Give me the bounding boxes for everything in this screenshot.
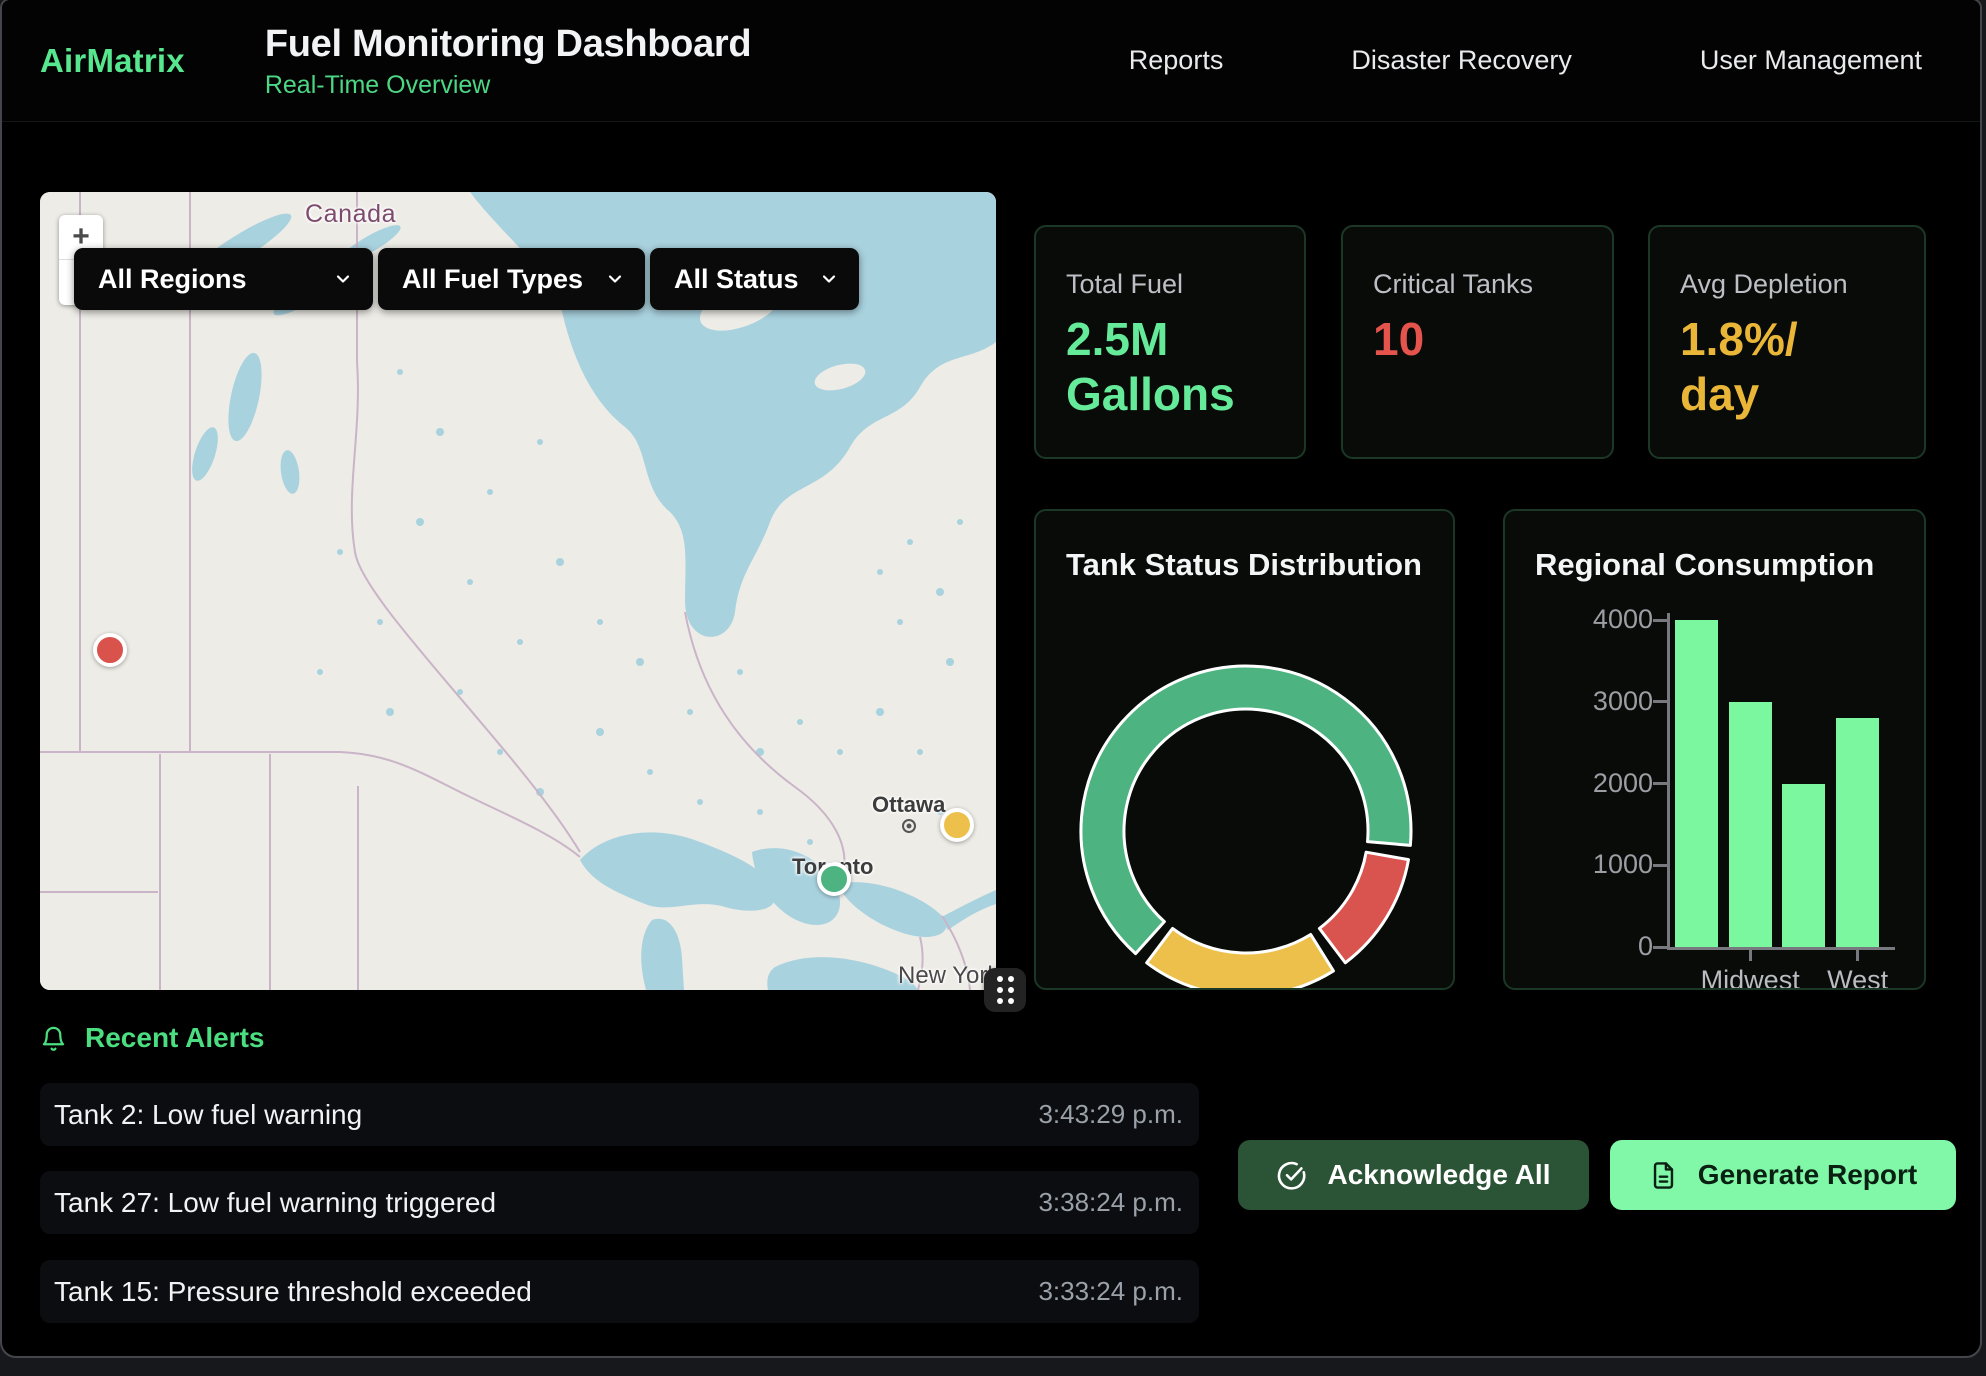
dashboard-window: AirMatrix Fuel Monitoring Dashboard Real… xyxy=(0,0,1982,1358)
resize-drag-handle[interactable] xyxy=(984,968,1026,1012)
kpi-value: 2.5M Gallons xyxy=(1066,312,1251,422)
bar-3 xyxy=(1836,718,1879,947)
x-axis-tick-mark xyxy=(1856,950,1859,961)
bar-0 xyxy=(1675,620,1718,947)
x-axis-tick-label: West xyxy=(1778,965,1926,990)
y-axis-tick-label: 2000 xyxy=(1505,768,1653,799)
recent-alerts-title: Recent Alerts xyxy=(85,1022,264,1054)
alert-row[interactable]: Tank 15: Pressure threshold exceeded 3:3… xyxy=(40,1260,1199,1323)
header: AirMatrix Fuel Monitoring Dashboard Real… xyxy=(2,0,1980,122)
chevron-down-icon xyxy=(819,269,839,289)
y-axis-line xyxy=(1667,613,1670,950)
y-axis-tick-mark xyxy=(1653,782,1667,785)
filter-bar: All Regions All Fuel Types All Status xyxy=(74,248,859,310)
y-axis-tick-label: 1000 xyxy=(1505,849,1653,880)
page-title: Fuel Monitoring Dashboard xyxy=(265,24,751,64)
y-axis-tick-mark xyxy=(1653,864,1667,867)
status-filter-dropdown[interactable]: All Status xyxy=(650,248,859,310)
alert-message: Tank 2: Low fuel warning xyxy=(54,1099,362,1131)
chevron-down-icon xyxy=(605,269,625,289)
acknowledge-all-button[interactable]: Acknowledge All xyxy=(1238,1140,1589,1210)
x-axis-tick-mark xyxy=(1749,950,1752,961)
status-filter-value: All Status xyxy=(674,264,799,295)
kpi-value: 10 xyxy=(1373,312,1558,367)
alert-timestamp: 3:38:24 p.m. xyxy=(1038,1187,1183,1218)
kpi-card-total-fuel: Total Fuel 2.5M Gallons xyxy=(1034,225,1306,459)
map-label-canada: Canada xyxy=(305,200,396,229)
tank-status-distribution-card: Tank Status Distribution xyxy=(1034,509,1455,990)
bell-icon xyxy=(40,1023,67,1053)
check-circle-icon xyxy=(1276,1160,1307,1191)
x-axis-line xyxy=(1667,947,1895,950)
alert-timestamp: 3:43:29 p.m. xyxy=(1038,1099,1183,1130)
y-axis-tick-label: 3000 xyxy=(1505,686,1653,717)
map-label-ottawa: Ottawa xyxy=(872,792,945,818)
main-nav: Reports Disaster Recovery User Managemen… xyxy=(1129,45,1922,76)
nav-item-reports[interactable]: Reports xyxy=(1129,45,1224,76)
y-axis-tick-label: 0 xyxy=(1505,931,1653,962)
alert-row[interactable]: Tank 27: Low fuel warning triggered 3:38… xyxy=(40,1171,1199,1234)
acknowledge-all-label: Acknowledge All xyxy=(1327,1159,1550,1191)
bar-1 xyxy=(1729,702,1772,947)
file-report-icon xyxy=(1649,1161,1678,1190)
generate-report-label: Generate Report xyxy=(1698,1159,1917,1191)
alert-timestamp: 3:33:24 p.m. xyxy=(1038,1276,1183,1307)
kpi-value: 1.8%/​day xyxy=(1680,312,1865,422)
map-marker-warning[interactable] xyxy=(940,808,974,842)
chevron-down-icon xyxy=(333,269,353,289)
fuel-type-filter-dropdown[interactable]: All Fuel Types xyxy=(378,248,645,310)
regional-consumption-card: Regional Consumption 01000200030004000Mi… xyxy=(1503,509,1926,990)
recent-alerts-heading: Recent Alerts xyxy=(40,1022,264,1054)
map[interactable]: Canada Ottawa Toronto New York + All Reg… xyxy=(40,192,996,990)
page-subtitle: Real-Time Overview xyxy=(265,72,751,98)
region-filter-value: All Regions xyxy=(98,264,247,295)
kpi-label: Avg Depletion xyxy=(1680,269,1894,300)
map-label-new-york: New York xyxy=(898,962,996,990)
region-filter-dropdown[interactable]: All Regions xyxy=(74,248,373,310)
bar-2 xyxy=(1782,784,1825,948)
nav-item-user-management[interactable]: User Management xyxy=(1700,45,1922,76)
alert-row[interactable]: Tank 2: Low fuel warning 3:43:29 p.m. xyxy=(40,1083,1199,1146)
brand-logo[interactable]: AirMatrix xyxy=(40,42,185,80)
tank-status-donut-chart xyxy=(1036,511,1455,990)
y-axis-tick-mark xyxy=(1653,619,1667,622)
alert-message: Tank 15: Pressure threshold exceeded xyxy=(54,1276,532,1308)
y-axis-tick-label: 4000 xyxy=(1505,604,1653,635)
y-axis-tick-mark xyxy=(1653,700,1667,703)
fuel-type-filter-value: All Fuel Types xyxy=(402,264,583,295)
map-marker-normal[interactable] xyxy=(817,862,851,896)
nav-item-disaster-recovery[interactable]: Disaster Recovery xyxy=(1351,45,1572,76)
regional-consumption-bar-chart: 01000200030004000MidwestWest xyxy=(1505,511,1926,990)
kpi-label: Total Fuel xyxy=(1066,269,1274,300)
kpi-card-critical-tanks: Critical Tanks 10 xyxy=(1341,225,1614,459)
map-marker-critical[interactable] xyxy=(93,633,127,667)
generate-report-button[interactable]: Generate Report xyxy=(1610,1140,1956,1210)
kpi-card-avg-depletion: Avg Depletion 1.8%/​day xyxy=(1648,225,1926,459)
y-axis-tick-mark xyxy=(1653,946,1667,949)
title-block: Fuel Monitoring Dashboard Real-Time Over… xyxy=(265,24,751,98)
donut-slice-critical xyxy=(1319,852,1408,963)
donut-slice-warning xyxy=(1147,928,1334,990)
kpi-label: Critical Tanks xyxy=(1373,269,1582,300)
alert-message: Tank 27: Low fuel warning triggered xyxy=(54,1187,496,1219)
